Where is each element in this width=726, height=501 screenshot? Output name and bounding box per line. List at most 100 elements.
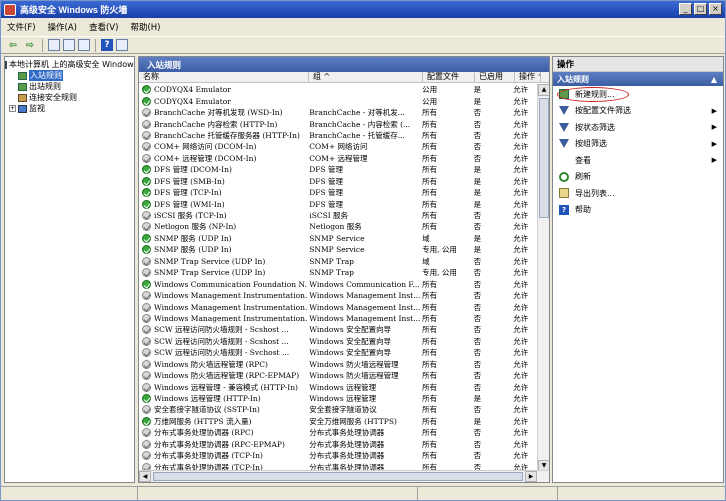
rule-profile: 所有 [422,130,438,140]
forward-arrow-icon[interactable]: ⇨ [23,38,37,52]
rule-row[interactable]: Windows Management Instrumentation... Win… [139,301,537,312]
rule-action: 允许 [513,268,529,278]
rule-enabled: 否 [473,130,482,140]
vertical-scrollbar[interactable]: ▲ ▼ [537,84,549,472]
action-item[interactable]: 按状态筛选 ▶ [553,119,723,136]
action-item[interactable]: 导出列表... [553,185,723,202]
rule-row[interactable]: 分布式事务处理协调器 (RPC) 分布式事务处理协调器 所有 否 允许 [139,427,537,438]
column-action[interactable]: 操作 ^ [515,72,541,82]
rule-action: 允许 [513,165,529,175]
column-group[interactable]: 组 ^ [309,72,423,82]
rule-row[interactable]: Windows 防火墙远程管理 (RPC-EPMAP) Windows 防火墙远程… [139,370,537,381]
rule-row[interactable]: Windows Communication Foundation N... Win… [139,278,537,289]
rule-row[interactable]: CODYQX4 Emulator 公用 是 允许 [139,84,537,95]
rule-disabled-icon [142,153,151,163]
rule-group: Windows 安全配置向导 [309,348,392,358]
rule-row[interactable]: SNMP 服务 (UDP In) SNMP Service 专用, 公用 是 允许 [139,244,537,255]
rule-row[interactable]: BranchCache 对等机发现 (WSD-In) BranchCache - … [139,107,537,118]
action-item[interactable]: 按组筛选 ▶ [553,136,723,153]
rule-profile: 所有 [422,279,438,289]
rule-row[interactable]: 安全套接字隧道协议 (SSTP-In) 安全套接字隧道协议 所有 否 允许 [139,404,537,415]
rule-row[interactable]: 分布式事务处理协调器 (RPC-EPMAP) 分布式事务处理协调器 所有 否 允许 [139,439,537,450]
action-item[interactable]: ? 帮助 [553,202,723,219]
scroll-thumb[interactable] [539,98,549,218]
rule-action: 允许 [513,85,529,95]
rule-name: CODYQX4 Emulator [139,96,307,106]
rule-profile: 所有 [422,291,438,301]
rule-row[interactable]: COM+ 网络访问 (DCOM-In) COM+ 网络访问 所有 否 允许 [139,141,537,152]
rule-row[interactable]: DFS 管理 (SMB-In) DFS 管理 所有 是 允许 [139,176,537,187]
rule-row[interactable]: Netlogon 服务 (NP-In) Netlogon 服务 所有 否 允许 [139,221,537,232]
rule-profile: 所有 [422,371,438,381]
rule-name: COM+ 远程管理 (DCOM-In) [139,153,307,164]
actions-pane: 操作 入站规则 ▲ 新建规则... 按配置文件筛选 ▶ 按状态筛选 ▶ 按组筛选 ▶ 查看 ▶ 刷… [552,56,724,483]
rule-row[interactable]: DFS 管理 (TCP-In) DFS 管理 所有 是 允许 [139,187,537,198]
maximize-button[interactable]: □ [694,3,707,15]
column-profile[interactable]: 配置文件 [423,72,475,82]
rule-group: iSCSI 服务 [309,211,349,221]
minimize-button[interactable]: _ [679,3,692,15]
rule-action: 允许 [513,348,529,358]
scroll-right-icon[interactable]: ▶ [525,471,537,482]
action-pane-icon[interactable] [116,39,128,51]
action-item[interactable]: 新建规则... [553,86,723,103]
rule-row[interactable]: DFS 管理 (WMI-In) DFS 管理 所有 是 允许 [139,198,537,209]
tree-item-connection-security-rules[interactable]: 连接安全规则 [5,92,134,103]
rule-profile: 所有 [422,451,438,461]
menu-view[interactable]: 查看(V) [89,21,118,33]
rule-row[interactable]: SNMP 服务 (UDP In) SNMP Service 域 是 允许 [139,233,537,244]
rule-row[interactable]: SCW 远程访问防火墙规则 - Scshost ... Windows 安全配置向… [139,336,537,347]
rule-row[interactable]: Windows Management Instrumentation... Win… [139,290,537,301]
tree-item-inbound-rules[interactable]: 入站规则 [5,70,134,81]
actions-section-header[interactable]: 入站规则 ▲ [553,72,723,86]
collapse-arrow-icon[interactable]: ▲ [711,75,717,84]
rule-row[interactable]: Windows Management Instrumentation... Win… [139,313,537,324]
rule-name: CODYQX4 Emulator [139,85,307,95]
rule-row[interactable]: Windows 远程管理 - 兼容模式 (HTTP-In) Windows 远程管… [139,381,537,392]
action-item[interactable]: 刷新 [553,169,723,186]
hscroll-thumb[interactable] [153,472,523,481]
menu-help[interactable]: 帮助(H) [130,21,160,33]
rule-row[interactable]: COM+ 远程管理 (DCOM-In) COM+ 远程管理 所有 否 允许 [139,153,537,164]
rule-group: BranchCache - 对等机发... [309,108,405,118]
back-arrow-icon[interactable]: ⇦ [6,38,20,52]
rule-row[interactable]: BranchCache 托管缓存服务器 (HTTP-In) BranchCache… [139,130,537,141]
scroll-up-icon[interactable]: ▲ [538,84,549,96]
rule-group: COM+ 远程管理 [309,153,368,163]
title-bar[interactable]: 高级安全 Windows 防火墙 _ □ × [1,1,725,18]
tree-root[interactable]: 本地计算机 上的高级安全 Windows [5,59,134,70]
rule-row[interactable]: DFS 管理 (DCOM-In) DFS 管理 所有 是 允许 [139,164,537,175]
rule-row[interactable]: SCW 远程访问防火墙规则 - Svchost ... Windows 安全配置向… [139,347,537,358]
column-name[interactable]: 名称 [139,72,309,82]
horizontal-scrollbar[interactable]: ◀ ▶ [139,470,549,482]
expand-icon[interactable]: + [9,105,16,112]
help-icon[interactable]: ? [101,39,113,51]
rule-enabled: 是 [473,416,482,426]
rule-row[interactable]: 万维网服务 (HTTPS 流入量) 安全万维网服务 (HTTPS) 所有 是 允许 [139,416,537,427]
menu-file[interactable]: 文件(F) [7,21,36,33]
rule-group: 分布式事务处理协调器 [309,439,385,449]
close-button[interactable]: × [709,3,722,15]
rule-row[interactable]: Windows 远程管理 (HTTP-In) Windows 远程管理 所有 是 允许 [139,393,537,404]
rule-row[interactable]: BranchCache 内容检索 (HTTP-In) BranchCache - … [139,118,537,129]
rule-row[interactable]: iSCSI 服务 (TCP-In) iSCSI 服务 所有 否 允许 [139,210,537,221]
rule-row[interactable]: SNMP Trap Service (UDP In) SNMP Trap 专用, 公… [139,267,537,278]
export-list-icon[interactable] [78,39,90,51]
rule-name: DFS 管理 (WMI-In) [139,199,307,210]
action-item[interactable]: 按配置文件筛选 ▶ [553,103,723,120]
action-item[interactable]: 查看 ▶ [553,152,723,169]
menu-action[interactable]: 操作(A) [48,21,77,33]
tree-item-outbound-rules[interactable]: 出站规则 [5,81,134,92]
rule-row[interactable]: CODYQX4 Emulator 公用 是 允许 [139,95,537,106]
up-folder-icon[interactable] [48,39,60,51]
scroll-left-icon[interactable]: ◀ [139,471,151,482]
column-enabled[interactable]: 已启用 [475,72,515,82]
rule-name-text: iSCSI 服务 (TCP-In) [154,211,227,221]
rule-name-text: 分布式事务处理协调器 (RPC) [154,428,254,438]
rule-row[interactable]: SNMP Trap Service (UDP In) SNMP Trap 域 否 允许 [139,256,537,267]
tree-item-monitoring[interactable]: + 监视 [5,103,134,114]
show-hide-tree-icon[interactable] [63,39,75,51]
rule-row[interactable]: SCW 远程访问防火墙规则 - Scshost ... Windows 安全配置向… [139,324,537,335]
rule-row[interactable]: Windows 防火墙远程管理 (RPC) Windows 防火墙远程管理 所有 否 允… [139,359,537,370]
rule-row[interactable]: 分布式事务处理协调器 (TCP-In) 分布式事务处理协调器 所有 否 允许 [139,450,537,461]
